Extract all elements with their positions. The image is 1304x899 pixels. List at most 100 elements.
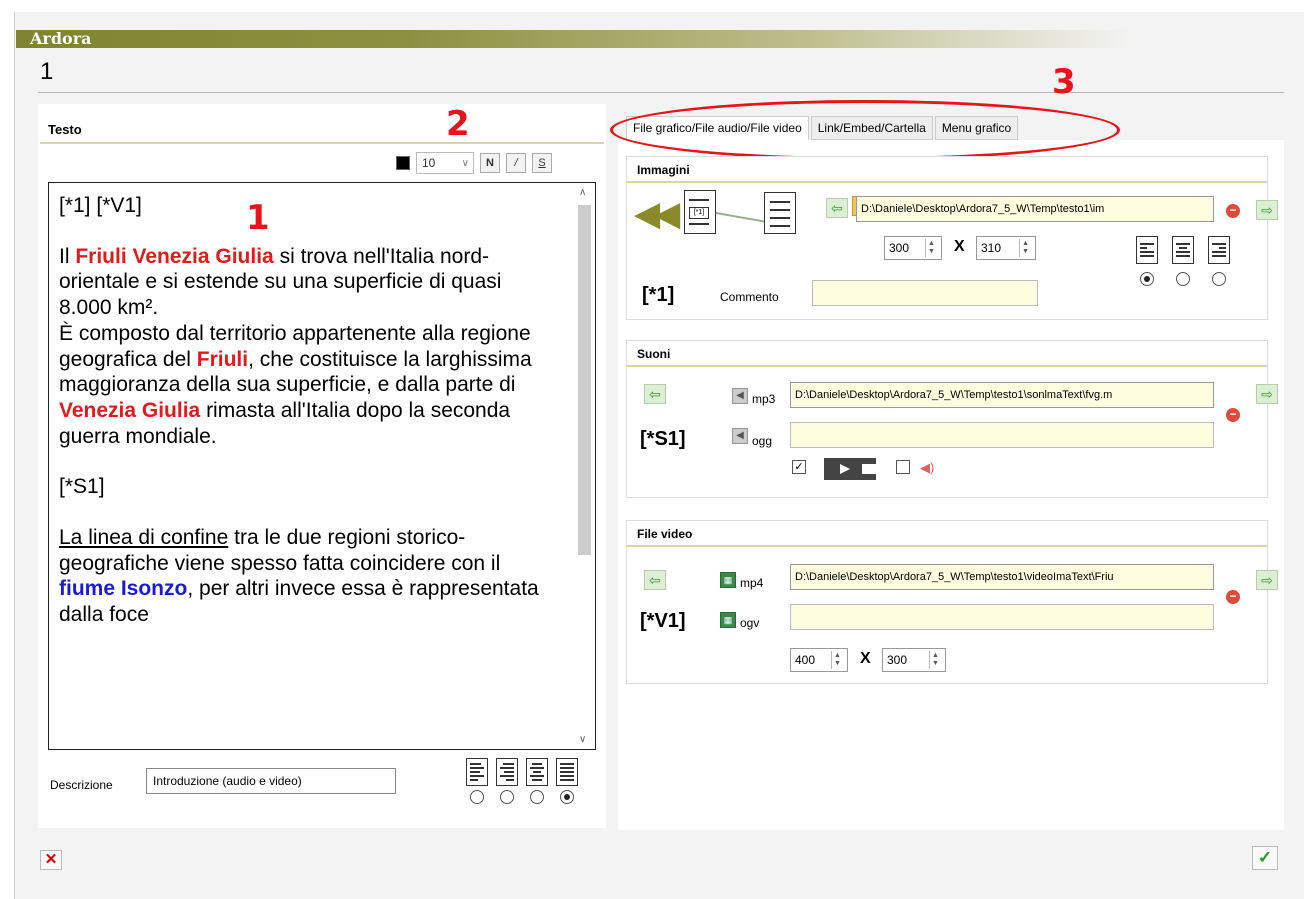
- confirm-button[interactable]: ✓: [1252, 846, 1278, 870]
- image-tag: [*1]: [642, 284, 675, 306]
- image-path-input[interactable]: D:\Daniele\Desktop\Ardora7_5_W\Temp\test…: [856, 196, 1214, 222]
- spinner-icon[interactable]: ▲ ▼: [831, 651, 843, 669]
- app-titlebar: Ardora: [16, 29, 1132, 48]
- divider: [38, 92, 1284, 93]
- align-justify-radio[interactable]: [560, 790, 574, 804]
- image-position-right-radio[interactable]: [1212, 272, 1226, 286]
- image-position-left[interactable]: [1136, 236, 1158, 286]
- image-width-input[interactable]: 300 ▲ ▼: [884, 236, 942, 260]
- section-title-testo: Testo: [48, 122, 82, 137]
- editor-scrollbar[interactable]: ∧ ∨: [573, 183, 595, 749]
- loop-checkbox[interactable]: [896, 460, 910, 474]
- spinner-icon[interactable]: ▲ ▼: [925, 239, 937, 257]
- annotation-2: 2: [446, 104, 470, 144]
- align-left-radio[interactable]: [470, 790, 484, 804]
- video-height-input[interactable]: 300 ▲ ▼: [882, 648, 946, 672]
- autoplay-checkbox[interactable]: ✓: [792, 460, 806, 474]
- arrow-left-icon[interactable]: ⇦: [644, 570, 666, 590]
- chevron-up-icon[interactable]: ∧: [579, 187, 586, 198]
- format-toolbar: 10 ∨ N / S: [396, 152, 552, 174]
- ogv-path-input[interactable]: [790, 604, 1214, 630]
- video-group: File video: [626, 520, 1268, 684]
- section-divider: [40, 142, 604, 144]
- editor-paragraph-1: Il Friuli Venezia Giulia si trova nell'I…: [59, 244, 502, 320]
- image-position-center-radio[interactable]: [1176, 272, 1190, 286]
- align-left-option[interactable]: [466, 758, 488, 804]
- align-center-icon: [526, 758, 548, 786]
- image-position-options: [1136, 236, 1230, 286]
- chevron-down-icon: ∨: [461, 157, 469, 169]
- spinner-icon[interactable]: ▲ ▼: [929, 651, 941, 669]
- ogg-path-input[interactable]: [790, 422, 1214, 448]
- text-editor[interactable]: [*1] [*V1] Il Friuli Venezia Giulia si t…: [48, 182, 596, 750]
- times-label: X: [860, 650, 871, 667]
- editor-line-sound-tag: [*S1]: [59, 475, 105, 499]
- video-width-input[interactable]: 400 ▲ ▼: [790, 648, 848, 672]
- text-color-button[interactable]: [396, 156, 410, 170]
- mp4-path-input[interactable]: D:\Daniele\Desktop\Ardora7_5_W\Temp\test…: [790, 564, 1214, 590]
- scrollbar-thumb[interactable]: [578, 205, 591, 555]
- align-justify-option[interactable]: [556, 758, 578, 804]
- align-justify-icon: [556, 758, 578, 786]
- player-icon: [824, 458, 876, 480]
- align-center-option[interactable]: [526, 758, 548, 804]
- video-title: File video: [637, 527, 693, 541]
- image-height-input[interactable]: 310 ▲ ▼: [976, 236, 1036, 260]
- arrow-right-icon[interactable]: ⇨: [1256, 570, 1278, 590]
- app-name: Ardora: [30, 29, 92, 48]
- window-title: 1: [40, 58, 54, 85]
- video-tag: [*V1]: [640, 610, 686, 632]
- images-title: Immagini: [637, 163, 690, 177]
- cancel-button[interactable]: ✕: [40, 850, 62, 870]
- volume-icon: ◀): [920, 460, 935, 475]
- ogg-label: ogg: [752, 434, 773, 448]
- image-center-icon: [1172, 236, 1194, 264]
- remove-video-icon[interactable]: −: [1226, 590, 1240, 604]
- sounds-title: Suoni: [637, 347, 671, 361]
- mp3-label: mp3: [752, 392, 776, 406]
- speaker-icon: ◀: [732, 428, 748, 444]
- times-label: X: [954, 238, 965, 255]
- film-icon: ▦: [720, 572, 736, 588]
- remove-sound-icon[interactable]: −: [1226, 408, 1240, 422]
- chevron-down-icon[interactable]: ∨: [579, 734, 586, 745]
- description-label: Descrizione: [50, 778, 113, 792]
- arrow-left-icon[interactable]: ⇦: [644, 384, 666, 404]
- bold-button[interactable]: N: [480, 153, 500, 173]
- image-position-left-radio[interactable]: [1140, 272, 1154, 286]
- align-right-option[interactable]: [496, 758, 518, 804]
- annotation-3: 3: [1052, 62, 1076, 102]
- highlight-ellipse: [610, 100, 1120, 160]
- annotation-1: 1: [246, 198, 270, 238]
- arrow-left-icon[interactable]: ⇦: [826, 198, 848, 218]
- comment-input[interactable]: [812, 280, 1038, 306]
- font-size-select[interactable]: 10 ∨: [416, 152, 474, 174]
- image-position-right[interactable]: [1208, 236, 1230, 286]
- font-size-value: 10: [422, 156, 436, 170]
- align-right-radio[interactable]: [500, 790, 514, 804]
- editor-paragraph-2: È composto dal territorio appartenente a…: [59, 321, 532, 448]
- arrow-right-icon[interactable]: ⇨: [1256, 200, 1278, 220]
- editor-line-tags: [*1] [*V1]: [59, 194, 142, 217]
- rewind-icon[interactable]: ◀◀: [634, 194, 680, 234]
- strike-button[interactable]: S: [532, 153, 552, 173]
- italic-button[interactable]: /: [506, 153, 526, 173]
- alignment-options: [466, 758, 578, 804]
- image-right-icon: [1208, 236, 1230, 264]
- sounds-group: Suoni: [626, 340, 1268, 498]
- page-icon: [*1]: [684, 190, 716, 234]
- align-left-icon: [466, 758, 488, 786]
- arrow-right-icon[interactable]: ⇨: [1256, 384, 1278, 404]
- spinner-icon[interactable]: ▲ ▼: [1019, 239, 1031, 257]
- image-left-icon: [1136, 236, 1158, 264]
- sound-tag: [*S1]: [640, 428, 686, 450]
- comment-label: Commento: [720, 290, 779, 304]
- image-position-center[interactable]: [1172, 236, 1194, 286]
- align-right-icon: [496, 758, 518, 786]
- mp3-path-input[interactable]: D:\Daniele\Desktop\Ardora7_5_W\Temp\test…: [790, 382, 1214, 408]
- mp4-label: mp4: [740, 576, 764, 590]
- align-center-radio[interactable]: [530, 790, 544, 804]
- description-input[interactable]: Introduzione (audio e video): [146, 768, 396, 794]
- remove-image-icon[interactable]: −: [1226, 204, 1240, 218]
- editor-paragraph-3: La linea di confine tra le due regioni s…: [59, 526, 539, 627]
